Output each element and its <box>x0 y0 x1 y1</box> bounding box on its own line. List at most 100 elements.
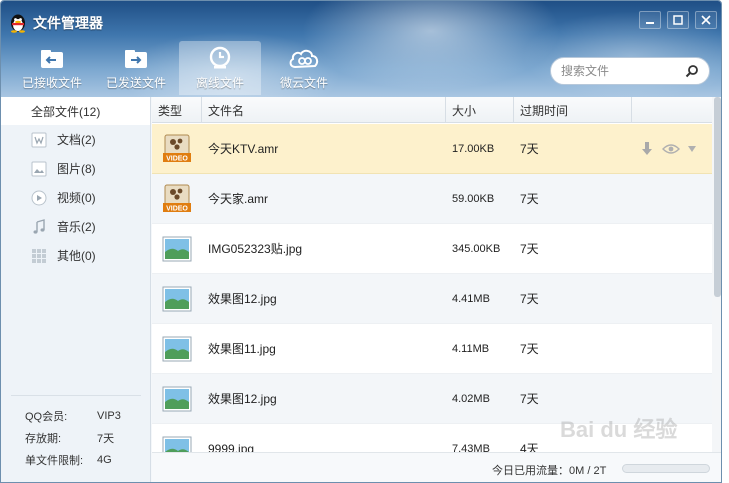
file-name: 今天KTV.amr <box>208 142 279 156</box>
file-expire: 7天 <box>520 192 539 206</box>
account-info: QQ会员: VIP3 存放期: 7天 单文件限制: 4G <box>25 405 145 471</box>
tab-label: 已接收文件 <box>21 76 82 90</box>
info-value: 4G <box>97 454 112 466</box>
file-name: 9999.jpg <box>208 441 255 453</box>
image-file-icon <box>162 286 192 312</box>
tab-received-files[interactable]: 已接收文件 <box>11 41 93 95</box>
file-expire: 7天 <box>520 392 539 406</box>
file-expire: 7天 <box>520 142 539 156</box>
outbox-arrow-icon <box>125 50 147 68</box>
column-type[interactable]: 类型 <box>152 97 202 123</box>
column-name[interactable]: 文件名 <box>202 97 446 123</box>
video-play-icon <box>31 190 47 205</box>
tab-label: 离线文件 <box>195 76 244 90</box>
file-name: IMG052323贴.jpg <box>208 242 303 256</box>
file-list: VIDEO 今天KTV.amr 17.00KB 7天 VIDEO 今天家.amr 59.00… <box>152 124 712 452</box>
inbox-arrow-icon <box>41 50 63 68</box>
sidebar-item-label: 全部文件(12) <box>31 104 101 119</box>
cloud-icon <box>289 49 319 69</box>
info-key: QQ会员: <box>25 411 68 423</box>
file-row[interactable]: 效果图11.jpg 4.11MB 7天 <box>152 324 712 374</box>
tab-bar: 已接收文件 已发送文件 离线文件 微云文件 <box>11 41 347 95</box>
vertical-scrollbar[interactable] <box>712 97 721 452</box>
header: 文件管理器 已接收文件 已发送文件 离线文件 微云文件 搜索文件 <box>1 1 721 97</box>
file-row[interactable]: IMG052323贴.jpg 345.00KB 7天 <box>152 224 712 274</box>
document-icon <box>31 132 47 147</box>
minimize-button[interactable] <box>639 11 661 29</box>
svg-text:VIDEO: VIDEO <box>166 206 188 213</box>
maximize-icon <box>673 15 683 25</box>
info-row-retention: 存放期: 7天 <box>25 427 145 449</box>
search-input[interactable] <box>561 64 681 78</box>
scrollbar-thumb[interactable] <box>714 97 721 297</box>
search-box <box>550 57 710 85</box>
file-row[interactable]: VIDEO 今天家.amr 59.00KB 7天 <box>152 174 712 224</box>
column-header: 类型 文件名 大小 过期时间 <box>152 97 712 123</box>
baidu-watermark: Bai du 经验 <box>560 417 678 442</box>
chevron-down-icon <box>688 146 696 152</box>
music-note-icon <box>33 218 45 234</box>
file-expire: 7天 <box>520 242 539 256</box>
image-file-icon <box>162 436 192 452</box>
eye-icon <box>662 144 680 154</box>
sidebar: 全部文件(12) 文档(2) 图片(8) 视频(0) 音乐(2) 其他(0) Q… <box>1 97 151 482</box>
sidebar-item-images[interactable]: 图片(8) <box>1 154 150 183</box>
tab-sent-files[interactable]: 已发送文件 <box>95 41 177 95</box>
info-row-file-limit: 单文件限制: 4G <box>25 449 145 471</box>
traffic-progress-bar <box>622 464 710 473</box>
sidebar-item-other[interactable]: 其他(0) <box>1 241 150 270</box>
image-file-icon <box>162 236 192 262</box>
close-button[interactable] <box>695 11 717 29</box>
window-controls <box>633 11 717 29</box>
file-expire: 7天 <box>520 292 539 306</box>
grid-icon <box>32 248 46 263</box>
sidebar-item-music[interactable]: 音乐(2) <box>1 212 150 241</box>
image-file-icon <box>162 336 192 362</box>
app-title: 文件管理器 <box>33 15 103 31</box>
file-name: 效果图12.jpg <box>208 292 277 306</box>
title-bar: 文件管理器 <box>9 11 103 35</box>
tab-weiyun-files[interactable]: 微云文件 <box>263 41 345 95</box>
row-actions <box>640 141 704 157</box>
file-name: 今天家.amr <box>208 192 269 206</box>
file-size: 4.02MB <box>452 392 490 405</box>
column-size[interactable]: 大小 <box>446 97 514 123</box>
file-size: 7.43MB <box>452 442 490 453</box>
file-size: 345.00KB <box>452 242 501 255</box>
file-row[interactable]: 效果图12.jpg 4.41MB 7天 <box>152 274 712 324</box>
divider <box>11 395 141 396</box>
file-size: 4.11MB <box>452 342 490 355</box>
video-file-icon: VIDEO <box>163 184 191 213</box>
sidebar-item-all-files[interactable]: 全部文件(12) <box>1 97 150 125</box>
file-row[interactable]: VIDEO 今天KTV.amr 17.00KB 7天 <box>152 124 712 174</box>
footer: 今日已用流量：0M / 2T <box>152 452 721 482</box>
preview-button[interactable] <box>662 143 680 155</box>
column-expire[interactable]: 过期时间 <box>514 97 632 123</box>
info-value: VIP3 <box>97 410 121 422</box>
search-icon[interactable] <box>685 64 699 78</box>
close-icon <box>701 15 711 25</box>
column-actions <box>632 97 712 123</box>
info-value: 7天 <box>97 433 115 445</box>
image-file-icon <box>162 386 192 412</box>
info-key: 单文件限制: <box>25 455 84 467</box>
maximize-button[interactable] <box>667 11 689 29</box>
clock-upload-icon <box>209 46 231 69</box>
svg-text:VIDEO: VIDEO <box>166 156 188 163</box>
file-expire: 7天 <box>520 342 539 356</box>
tab-label: 已发送文件 <box>105 76 166 90</box>
traffic-usage: 今日已用流量：0M / 2T <box>492 465 607 477</box>
more-options-button[interactable] <box>688 146 696 152</box>
info-row-membership: QQ会员: VIP3 <box>25 405 145 427</box>
file-name: 效果图12.jpg <box>208 392 277 406</box>
download-button[interactable] <box>640 141 654 157</box>
file-size: 4.41MB <box>452 292 490 305</box>
sidebar-item-documents[interactable]: 文档(2) <box>1 125 150 154</box>
video-file-icon: VIDEO <box>163 134 191 163</box>
info-key: 存放期: <box>25 433 62 445</box>
file-expire: 4天 <box>520 442 539 452</box>
file-size: 17.00KB <box>452 142 495 155</box>
sidebar-item-videos[interactable]: 视频(0) <box>1 183 150 212</box>
tab-offline-files[interactable]: 离线文件 <box>179 41 261 95</box>
file-size: 59.00KB <box>452 192 495 205</box>
